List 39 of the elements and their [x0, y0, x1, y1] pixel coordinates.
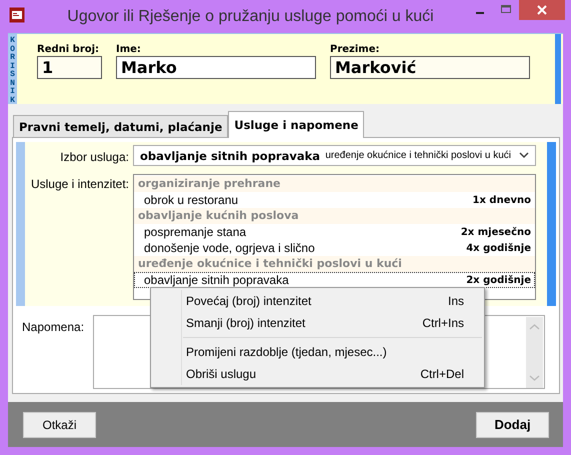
service-row[interactable]: obrok u restoranu 1x dnevno [134, 192, 535, 208]
intensity-text: 2x godišnje [466, 274, 531, 287]
service-row[interactable]: pospremanje stana 2x mjesečno [134, 224, 535, 240]
input-field[interactable]: Marković [330, 56, 530, 79]
menu-item[interactable]: Promijeni razdoblje (tjedan, mjesec...) [151, 341, 484, 363]
service-dropdown[interactable]: obavljanje sitnih popravaka uređenje okućnice i tehnički poslovi u kući [133, 145, 536, 166]
chevron-down-icon [519, 152, 529, 159]
service-name: donošenje vode, ogrjeva i slično [144, 241, 315, 255]
form-icon [9, 7, 25, 23]
field-label: Usluge i intenzitet: [30, 176, 129, 193]
accent-bar [555, 34, 561, 104]
field-label: Izbor usluga: [59, 149, 129, 166]
side-label: KORISNIK [8, 34, 17, 104]
menu-item[interactable]: Povećaj (broj) intenzitet Ins [151, 290, 484, 312]
scrollbar [526, 317, 543, 388]
service-row[interactable]: donošenje vode, ogrjeva i slično 4x godišnje [134, 240, 535, 256]
group-header: organiziranje prehrane [134, 176, 535, 192]
service-name: obrok u restoranu [144, 193, 238, 207]
input-field[interactable]: 1 [37, 56, 102, 79]
field-label: Redni broj: [37, 44, 100, 55]
menu-item[interactable]: Obriši uslugu Ctrl+Del [151, 363, 484, 385]
group-header: obavljanje kućnih poslova [134, 208, 535, 224]
field-label: Prezime: [330, 44, 380, 55]
window-title: Ugovor ili Rješenje o pružanju usluge pomoći u kući [66, 8, 435, 26]
dialog-button[interactable]: Otkaži [23, 412, 96, 438]
tab[interactable]: Usluge i napomene [228, 111, 364, 138]
tab[interactable]: Pravni temelj, datumi, plaćanje [13, 115, 228, 137]
field-label: Napomena: [22, 319, 84, 336]
field-label: Ime: [116, 44, 142, 55]
group-header: uređenje okućnice i tehnički poslovi u kući [134, 256, 535, 272]
menu-item[interactable]: Smanji (broj) intenzitet Ctrl+Ins [151, 312, 484, 334]
intensity-text: 1x dnevno [472, 194, 531, 207]
dialog-button[interactable]: Dodaj [476, 412, 549, 438]
input-field[interactable]: Marko [116, 56, 316, 79]
intensity-text: 2x mjesečno [460, 226, 531, 239]
intensity-text: 4x godišnje [466, 242, 531, 255]
service-name: obavljanje sitnih popravaka [144, 273, 289, 287]
service-name: pospremanje stana [144, 225, 246, 239]
close-icon[interactable] [519, 0, 565, 20]
